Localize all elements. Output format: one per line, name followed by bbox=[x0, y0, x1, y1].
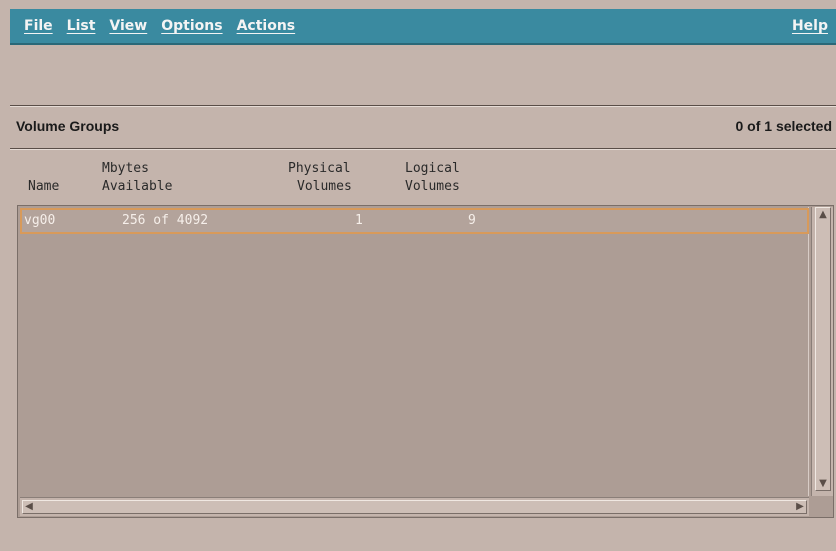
arrow-down-icon[interactable]: ▼ bbox=[815, 476, 831, 492]
cell-available: 256 of 4092 bbox=[122, 213, 209, 228]
arrow-right-icon[interactable]: ▶ bbox=[793, 500, 807, 514]
menu-view[interactable]: View bbox=[109, 18, 147, 34]
horizontal-scroll-thumb[interactable] bbox=[22, 500, 807, 514]
column-header-available[interactable]: Available bbox=[102, 178, 172, 196]
toolbar-area bbox=[10, 46, 836, 106]
menu-actions[interactable]: Actions bbox=[237, 18, 296, 34]
menu-bar: File List View Options Actions Help bbox=[10, 9, 836, 45]
menu-options[interactable]: Options bbox=[161, 18, 222, 34]
divider bbox=[10, 105, 836, 107]
section-title: Volume Groups bbox=[16, 118, 120, 134]
column-header-mbytes[interactable]: Mbytes bbox=[102, 160, 149, 178]
menu-help[interactable]: Help bbox=[792, 18, 828, 34]
arrow-up-icon[interactable]: ▲ bbox=[815, 207, 831, 223]
arrow-left-icon[interactable]: ◀ bbox=[22, 500, 36, 514]
column-header-logical-volumes[interactable]: Volumes bbox=[405, 178, 460, 196]
column-header-logical[interactable]: Logical bbox=[405, 160, 460, 178]
menu-list[interactable]: List bbox=[67, 18, 96, 34]
column-header-physical[interactable]: Physical bbox=[288, 160, 351, 178]
cell-logical-volumes: 9 bbox=[468, 213, 476, 228]
divider bbox=[10, 148, 836, 150]
selection-status: 0 of 1 selected bbox=[735, 118, 833, 134]
cell-physical-volumes: 1 bbox=[355, 213, 363, 228]
vertical-scroll-thumb[interactable] bbox=[815, 207, 831, 491]
column-header-physical-volumes[interactable]: Volumes bbox=[297, 178, 352, 196]
list-body[interactable] bbox=[20, 207, 809, 496]
cell-name: vg00 bbox=[24, 213, 56, 228]
column-header-name[interactable]: Name bbox=[28, 178, 59, 196]
menu-file[interactable]: File bbox=[24, 18, 53, 34]
